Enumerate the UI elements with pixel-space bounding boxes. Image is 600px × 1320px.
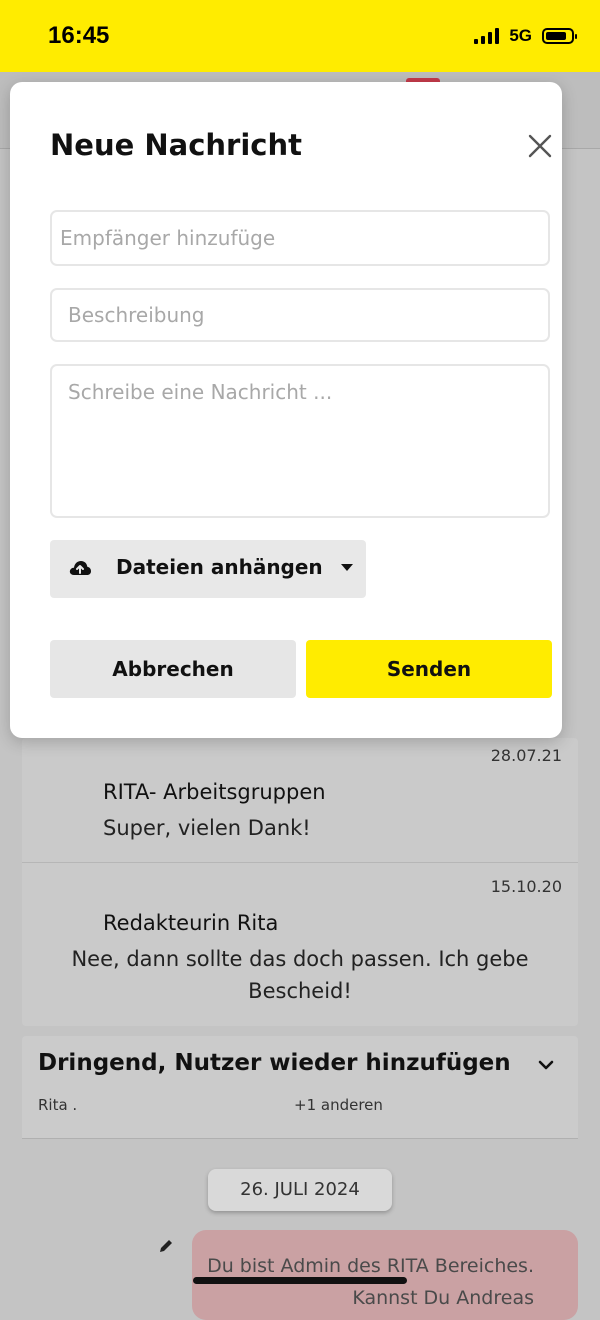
cloud-upload-icon — [69, 561, 91, 575]
message-list: 28.07.21 RITA- Arbeitsgruppen Super, vie… — [22, 738, 578, 1026]
attach-files-label: Dateien anhängen — [116, 555, 323, 579]
status-indicators: 5G — [474, 26, 577, 46]
chat-bubble: Du bist Admin des RITA Bereiches. Kannst… — [192, 1230, 578, 1320]
status-bar: 16:45 5G — [0, 0, 600, 72]
dialog-title: Neue Nachricht — [50, 128, 302, 162]
message-date: 28.07.21 — [490, 746, 562, 765]
home-indicator[interactable] — [193, 1277, 407, 1284]
signal-icon — [474, 28, 500, 44]
close-icon[interactable] — [522, 128, 558, 164]
recipient-input[interactable] — [50, 210, 550, 266]
status-time: 16:45 — [48, 22, 110, 49]
message-text: Super, vielen Dank! — [103, 816, 311, 840]
battery-icon — [542, 28, 577, 44]
new-message-dialog: Neue Nachricht Dateien anhängen Abbreche… — [10, 82, 562, 738]
network-label: 5G — [509, 26, 532, 45]
thread-header[interactable]: Dringend, Nutzer wieder hinzufügen Rita … — [22, 1036, 578, 1139]
description-input[interactable] — [50, 288, 550, 342]
caret-down-icon[interactable] — [330, 540, 366, 598]
date-separator: 26. JULI 2024 — [208, 1169, 392, 1211]
send-button[interactable]: Senden — [306, 640, 552, 698]
message-text: Nee, dann sollte das doch passen. Ich ge… — [71, 947, 529, 1003]
thread-others: +1 anderen — [294, 1096, 383, 1114]
cancel-button[interactable]: Abbrechen — [50, 640, 296, 698]
message-item[interactable]: 15.10.20 Redakteurin Rita Nee, dann soll… — [22, 863, 578, 1025]
message-item[interactable]: 28.07.21 RITA- Arbeitsgruppen Super, vie… — [22, 738, 578, 863]
message-sender: Redakteurin Rita — [103, 911, 279, 935]
thread-participant: Rita . — [38, 1096, 78, 1114]
pencil-icon[interactable] — [158, 1238, 174, 1254]
thread-title: Dringend, Nutzer wieder hinzufügen — [38, 1050, 511, 1076]
attach-files-button[interactable]: Dateien anhängen — [50, 540, 366, 598]
message-textarea[interactable] — [50, 364, 550, 518]
message-date: 15.10.20 — [490, 877, 562, 896]
chevron-down-icon[interactable] — [536, 1058, 556, 1072]
message-sender: RITA- Arbeitsgruppen — [103, 780, 326, 804]
